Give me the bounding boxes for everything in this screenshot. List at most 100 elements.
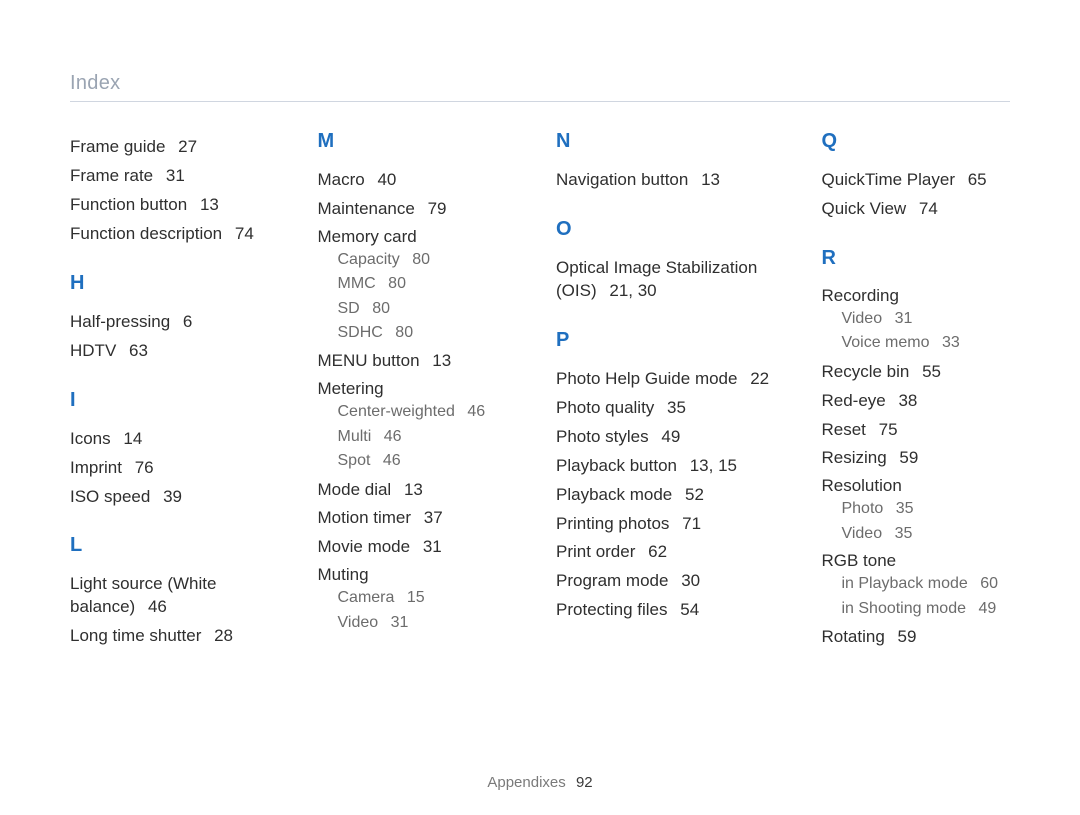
index-entry-pages: 74 [235, 224, 254, 243]
index-subentry-label: Video [841, 310, 882, 327]
index-entry: Icons 14 [70, 428, 268, 451]
index-subentry: Photo 35 [841, 498, 1010, 520]
index-entry: Function description 74 [70, 223, 268, 246]
index-entry-pages: 13 [200, 195, 219, 214]
index-entry-pages: 22 [750, 369, 769, 388]
index-subentry: Multi 46 [338, 426, 507, 448]
index-entry-pages: 59 [898, 627, 917, 646]
index-entry: ISO speed 39 [70, 486, 268, 509]
index-subentry-pages: 46 [383, 452, 401, 469]
index-entry-pages: 52 [685, 485, 704, 504]
index-entry-label: Red-eye [821, 391, 885, 410]
index-entry-label: Mode dial [318, 480, 392, 499]
index-entry-pages: 75 [879, 420, 898, 439]
index-entry-label: Photo quality [556, 398, 654, 417]
index-entry-pages: 55 [922, 362, 941, 381]
index-group-head: RGB tone [821, 551, 1010, 571]
index-entry: Motion timer 37 [318, 507, 507, 530]
index-entry: QuickTime Player 65 [821, 169, 1010, 192]
index-entry-pages: 31 [166, 166, 185, 185]
index-entry: Printing photos 71 [556, 513, 771, 536]
index-subentry-pages: 46 [467, 403, 485, 420]
index-entry-label: Motion timer [318, 508, 412, 527]
index-letter-heading: H [70, 272, 268, 295]
index-subentry-label: MMC [338, 275, 376, 292]
index-subentry-label: Center-weighted [338, 403, 455, 420]
index-subentry: Spot 46 [338, 450, 507, 472]
index-entry-pages: 35 [667, 398, 686, 417]
index-entry-label: Resizing [821, 448, 886, 467]
index-entry-pages: 13, 15 [690, 456, 737, 475]
index-entry-label: Frame guide [70, 137, 165, 156]
index-entry-label: Playback button [556, 456, 677, 475]
index-entry-pages: 13 [432, 351, 451, 370]
index-letter-heading: O [556, 218, 771, 241]
index-subentry-label: Capacity [338, 251, 400, 268]
index-column: Q QuickTime Player 65 Quick View 74 R Record… [821, 130, 1010, 655]
index-entry-pages: 13 [701, 170, 720, 189]
index-entry: Maintenance 79 [318, 198, 507, 221]
index-entry-pages: 79 [428, 199, 447, 218]
index-entry-label: Playback mode [556, 485, 672, 504]
index-entry-label: Movie mode [318, 537, 411, 556]
index-subentry-label: Video [338, 614, 379, 631]
index-entry-pages: 62 [648, 542, 667, 561]
index-entry-label: Printing photos [556, 514, 669, 533]
index-entry: Long time shutter 28 [70, 625, 268, 648]
index-entry-pages: 27 [178, 137, 197, 156]
footer-section: Appendixes [487, 774, 565, 791]
index-entry: Rotating 59 [821, 626, 1010, 649]
index-letter-heading: L [70, 534, 268, 557]
index-column: MMacro 40Maintenance 79Memory cardCapaci… [318, 130, 507, 655]
index-entry-pages: 38 [898, 391, 917, 410]
index-subentry: SD 80 [338, 298, 507, 320]
index-entry-pages: 6 [183, 312, 192, 331]
index-group-head: Recording [821, 286, 1010, 306]
index-entry-label: Recycle bin [821, 362, 909, 381]
index-entry-pages: 13 [404, 480, 423, 499]
index-subentry-label: in Playback mode [841, 575, 967, 592]
index-entry-pages: 54 [680, 600, 699, 619]
index-subentry-pages: 35 [896, 500, 914, 517]
index-subentry-pages: 15 [407, 589, 425, 606]
index-entry-pages: 31 [423, 537, 442, 556]
index-entry-label: Imprint [70, 458, 122, 477]
index-subentry-label: Multi [338, 428, 372, 445]
index-subentry-pages: 33 [942, 334, 960, 351]
index-group-head: Memory card [318, 227, 507, 247]
index-group-head: Metering [318, 379, 507, 399]
index-entry: Photo styles 49 [556, 426, 771, 449]
index-entry-pages: 30 [681, 571, 700, 590]
index-entry-pages: 71 [682, 514, 701, 533]
index-entry-label: Frame rate [70, 166, 153, 185]
index-entry-pages: 76 [135, 458, 154, 477]
index-subentry-pages: 49 [978, 600, 996, 617]
index-entry-label: QuickTime Player [821, 170, 955, 189]
index-entry: Quick View 74 [821, 198, 1010, 221]
index-entry-pages: 74 [919, 199, 938, 218]
index-entry: Imprint 76 [70, 457, 268, 480]
index-entry-label: ISO speed [70, 487, 150, 506]
footer-page-number: 92 [576, 774, 593, 791]
index-entry-label: Maintenance [318, 199, 415, 218]
index-subentry: Video 31 [841, 308, 1010, 330]
index-entry-pages: 65 [968, 170, 987, 189]
index-subentry-pages: 60 [980, 575, 998, 592]
index-letter-heading: Q [821, 130, 1010, 153]
index-entry: Function button 13 [70, 194, 268, 217]
index-entry-label: Function button [70, 195, 187, 214]
index-letter-heading: R [821, 247, 1010, 270]
index-entry-label: Print order [556, 542, 635, 561]
index-subentry: Video 31 [338, 612, 507, 634]
index-subentry-pages: 31 [895, 310, 913, 327]
index-entry-label: Program mode [556, 571, 668, 590]
index-entry: HDTV 63 [70, 340, 268, 363]
index-entry: MENU button 13 [318, 350, 507, 373]
index-entry: Movie mode 31 [318, 536, 507, 559]
index-subentry-pages: 80 [395, 324, 413, 341]
index-subentry-pages: 80 [412, 251, 430, 268]
index-entry-label: Photo Help Guide mode [556, 369, 737, 388]
index-entry: Playback mode 52 [556, 484, 771, 507]
index-column: Frame guide 27 Frame rate 31 Function butt… [70, 130, 268, 655]
index-entry: Optical Image Stabilization (OIS) 21, 30 [556, 257, 771, 303]
